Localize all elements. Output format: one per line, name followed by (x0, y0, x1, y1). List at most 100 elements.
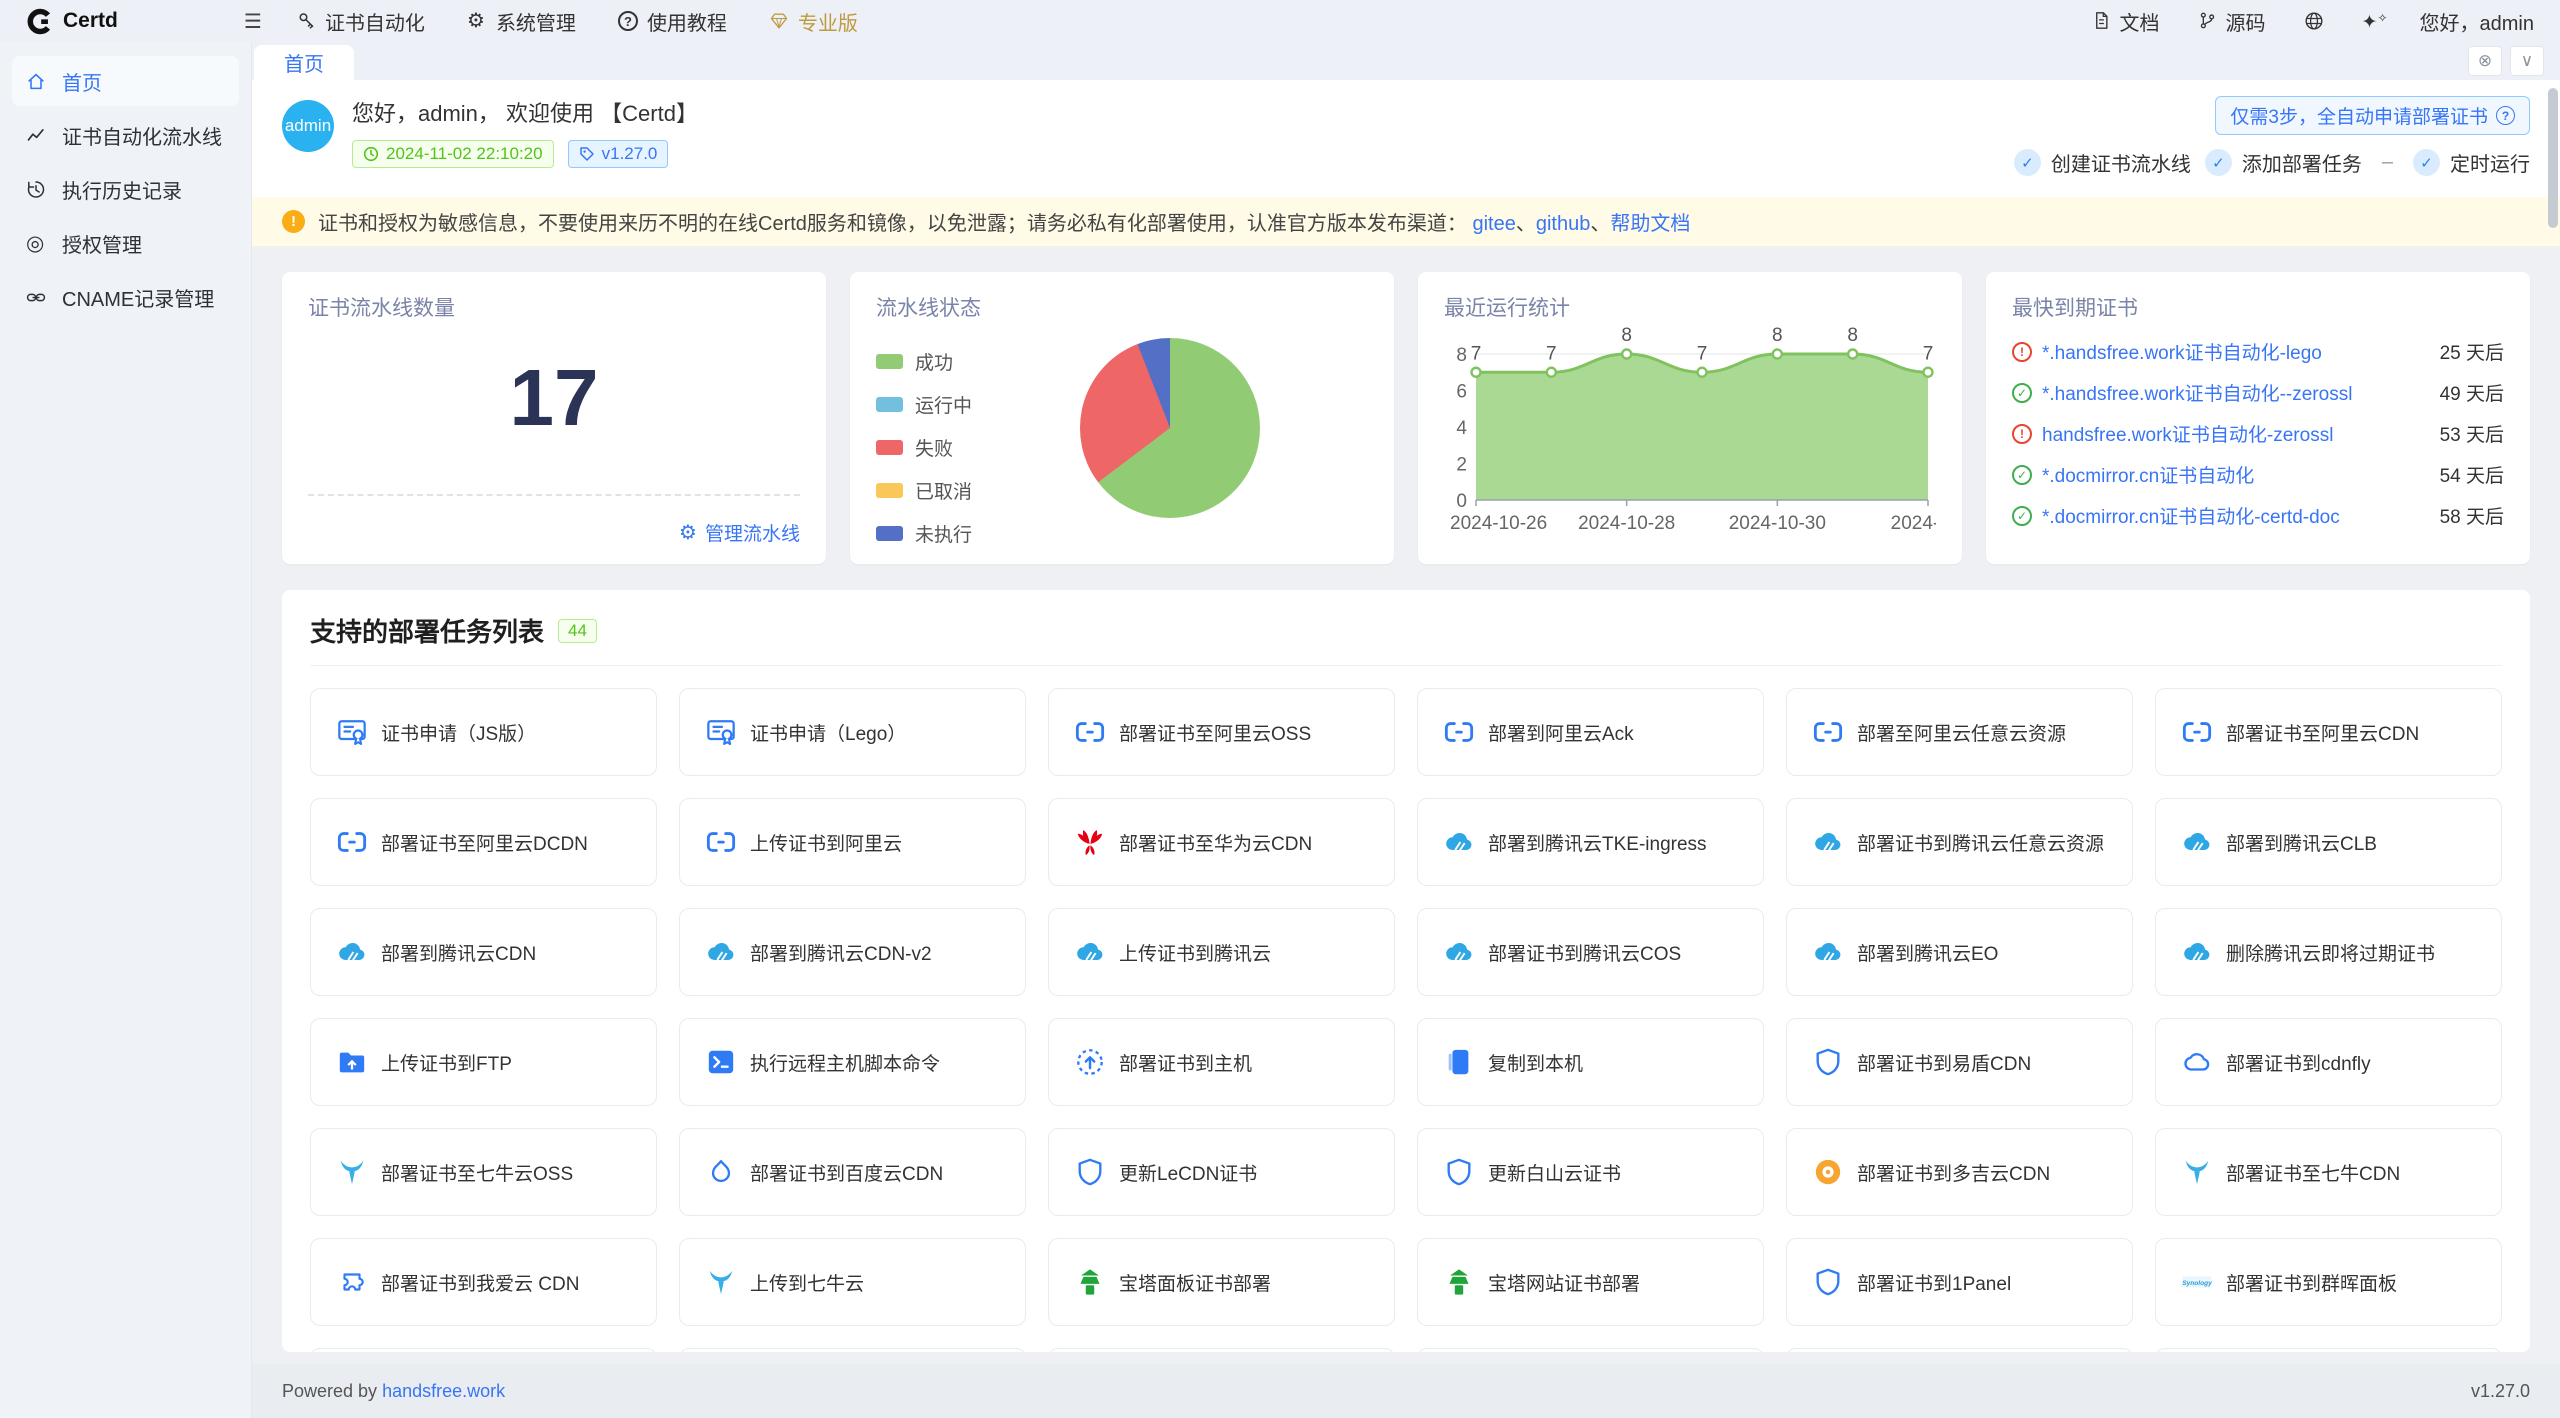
nav-right-item-2[interactable]: 源码 (2198, 7, 2266, 36)
task-card-11[interactable]: 部署证书到腾讯云任意云资源 (1786, 798, 2133, 886)
avatar: admin (282, 100, 334, 152)
guide-step-3[interactable]: ✓定时运行 (2413, 148, 2530, 177)
sidebar-item-4[interactable]: ◎授权管理 (12, 218, 239, 268)
nav-item-label: 使用教程 (647, 7, 727, 36)
task-card-partial[interactable] (679, 1348, 1026, 1352)
nav-right-item-3[interactable] (2304, 11, 2324, 31)
history-icon (26, 179, 46, 199)
task-card-15[interactable]: 上传证书到腾讯云 (1048, 908, 1395, 996)
task-label: 部署证书至华为云CDN (1119, 829, 1312, 856)
menu-collapse-icon[interactable]: ☰ (244, 9, 262, 34)
synology-icon: Synology (2182, 1267, 2212, 1297)
task-card-27[interactable]: 更新LeCDN证书 (1048, 1128, 1395, 1216)
task-card-33[interactable]: 宝塔面板证书部署 (1048, 1238, 1395, 1326)
nav-right-item-5[interactable]: 您好，admin (2420, 7, 2534, 36)
nav-right-item-1[interactable]: 文档 (2092, 7, 2160, 36)
task-card-20[interactable]: 执行远程主机脚本命令 (679, 1018, 1026, 1106)
sidebar-item-2[interactable]: 证书自动化流水线 (12, 110, 239, 160)
tab-dropdown-button[interactable]: ∨ (2510, 46, 2544, 76)
handsfree-link[interactable]: handsfree.work (382, 1381, 505, 1401)
svg-text:8: 8 (1772, 325, 1783, 346)
brand-logo[interactable]: Certd (26, 8, 244, 35)
task-card-6[interactable]: 部署证书至阿里云CDN (2155, 688, 2502, 776)
task-card-partial[interactable] (2155, 1348, 2502, 1352)
task-card-8[interactable]: 上传证书到阿里云 (679, 798, 1026, 886)
task-card-36[interactable]: Synology部署证书到群晖面板 (2155, 1238, 2502, 1326)
legend-item-3[interactable]: 失败 (876, 434, 972, 461)
nav-item-4[interactable]: 专业版 (769, 7, 858, 36)
guide-step-1[interactable]: ✓创建证书流水线 (2014, 148, 2191, 177)
task-card-9[interactable]: 部署证书至华为云CDN (1048, 798, 1395, 886)
legend-item-5[interactable]: 未执行 (876, 520, 972, 547)
task-card-34[interactable]: 宝塔网站证书部署 (1417, 1238, 1764, 1326)
cert-name-link[interactable]: *.docmirror.cn证书自动化-certd-doc (2042, 502, 2430, 529)
task-card-14[interactable]: 部署到腾讯云CDN-v2 (679, 908, 1026, 996)
task-card-30[interactable]: 部署证书至七牛CDN (2155, 1128, 2502, 1216)
task-card-28[interactable]: 更新白山云证书 (1417, 1128, 1764, 1216)
legend-item-2[interactable]: 运行中 (876, 391, 972, 418)
tab-close-button[interactable]: ⊗ (2468, 46, 2502, 76)
nav-right-item-4[interactable]: ✦✧ (2362, 11, 2382, 31)
banner-link-gitee[interactable]: gitee (1472, 213, 1515, 235)
task-card-16[interactable]: 部署证书到腾讯云COS (1417, 908, 1764, 996)
task-card-3[interactable]: 部署证书至阿里云OSS (1048, 688, 1395, 776)
task-card-24[interactable]: 部署证书到cdnfly (2155, 1018, 2502, 1106)
task-card-partial[interactable] (310, 1348, 657, 1352)
task-card-10[interactable]: 部署到腾讯云TKE-ingress (1417, 798, 1764, 886)
task-card-25[interactable]: 部署证书至七牛云OSS (310, 1128, 657, 1216)
scrollbar-thumb[interactable] (2548, 88, 2558, 228)
task-label: 删除腾讯云即将过期证书 (2226, 939, 2435, 966)
task-card-1[interactable]: 证书申请（JS版） (310, 688, 657, 776)
task-card-2[interactable]: 证书申请（Lego） (679, 688, 1026, 776)
task-card-17[interactable]: 部署到腾讯云EO (1786, 908, 2133, 996)
task-card-29[interactable]: 部署证书到多吉云CDN (1786, 1128, 2133, 1216)
svg-text:8: 8 (1847, 325, 1858, 346)
sidebar-item-1[interactable]: 首页 (12, 56, 239, 106)
task-label: 证书申请（Lego） (750, 719, 906, 746)
cert-name-link[interactable]: handsfree.work证书自动化-zerossl (2042, 420, 2430, 447)
nav-item-1[interactable]: 证书自动化 (296, 7, 425, 36)
task-card-12[interactable]: 部署到腾讯云CLB (2155, 798, 2502, 886)
task-card-19[interactable]: 上传证书到FTP (310, 1018, 657, 1106)
tab-home[interactable]: 首页 (254, 45, 354, 80)
task-card-26[interactable]: 部署证书到百度云CDN (679, 1128, 1026, 1216)
task-card-18[interactable]: 删除腾讯云即将过期证书 (2155, 908, 2502, 996)
banner-link-github[interactable]: github (1536, 213, 1591, 235)
task-card-31[interactable]: 部署证书到我爱云 CDN (310, 1238, 657, 1326)
cert-name-link[interactable]: *.docmirror.cn证书自动化 (2042, 461, 2430, 488)
task-card-partial[interactable] (1417, 1348, 1764, 1352)
task-card-23[interactable]: 部署证书到易盾CDN (1786, 1018, 2133, 1106)
banner-link-帮助文档[interactable]: 帮助文档 (1610, 213, 1690, 235)
cert-name-link[interactable]: *.handsfree.work证书自动化--zerossl (2042, 379, 2430, 406)
cert-name-link[interactable]: *.handsfree.work证书自动化-lego (2042, 338, 2430, 365)
task-card-13[interactable]: 部署到腾讯云CDN (310, 908, 657, 996)
tag-icon (579, 146, 595, 162)
svg-text:8: 8 (1621, 325, 1632, 346)
task-card-partial[interactable] (1048, 1348, 1395, 1352)
task-card-4[interactable]: 部署到阿里云Ack (1417, 688, 1764, 776)
gear-icon: ⚙ (679, 520, 697, 545)
task-card-21[interactable]: 部署证书到主机 (1048, 1018, 1395, 1106)
nav-item-2[interactable]: ⚙系统管理 (467, 7, 576, 36)
days-remaining: 58 天后 (2440, 502, 2504, 529)
legend-item-1[interactable]: 成功 (876, 348, 972, 375)
legend-item-4[interactable]: 已取消 (876, 477, 972, 504)
task-card-35[interactable]: 部署证书到1Panel (1786, 1238, 2133, 1326)
pipeline-icon (26, 125, 46, 145)
task-card-7[interactable]: 部署证书至阿里云DCDN (310, 798, 657, 886)
sidebar-item-5[interactable]: CNAME记录管理 (12, 272, 239, 322)
guide-step-2[interactable]: ✓添加部署任务 (2205, 148, 2362, 177)
task-label: 上传到七牛云 (750, 1269, 864, 1296)
task-card-22[interactable]: 复制到本机 (1417, 1018, 1764, 1106)
sidebar: 首页证书自动化流水线执行历史记录◎授权管理CNAME记录管理 (0, 42, 252, 1418)
theme-icon: ✦✧ (2362, 11, 2382, 31)
legend-label: 已取消 (915, 477, 972, 504)
top-navbar: Certd ☰ 证书自动化 ⚙系统管理 ?使用教程 专业版 文档 源码 ✦✧ 您好，adm… (0, 0, 2560, 42)
task-card-5[interactable]: 部署至阿里云任意云资源 (1786, 688, 2133, 776)
nav-item-3[interactable]: ?使用教程 (618, 7, 727, 36)
quick-guide-button[interactable]: 仅需3步，全自动申请部署证书 ? (2215, 96, 2530, 135)
task-card-partial[interactable] (1786, 1348, 2133, 1352)
task-card-32[interactable]: 上传到七牛云 (679, 1238, 1026, 1326)
manage-pipelines-link[interactable]: ⚙ 管理流水线 (679, 519, 800, 546)
sidebar-item-3[interactable]: 执行历史记录 (12, 164, 239, 214)
